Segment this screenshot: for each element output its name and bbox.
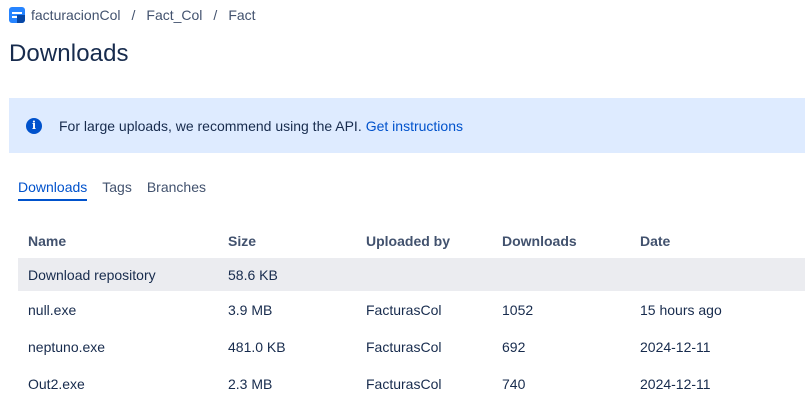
breadcrumb-separator: / <box>213 7 218 23</box>
cell-date: 15 hours ago <box>640 301 722 318</box>
column-header-downloads[interactable]: Downloads <box>492 224 630 258</box>
table-row: null.exe 3.9 MB FacturasCol 1052 15 hour… <box>18 291 805 328</box>
repository-avatar-icon[interactable] <box>9 7 25 23</box>
breadcrumb-repo-link[interactable]: Fact <box>228 7 255 23</box>
file-name-link[interactable]: Out2.exe <box>18 365 218 402</box>
cell-downloads: 1052 <box>502 301 534 318</box>
column-header-date[interactable]: Date <box>630 224 805 258</box>
column-header-name[interactable]: Name <box>18 224 218 258</box>
column-header-uploaded-by[interactable]: Uploaded by <box>356 224 492 258</box>
downloads-table: Name Size Uploaded by Downloads Date Dow… <box>18 224 805 402</box>
file-name-link[interactable]: null.exe <box>18 291 218 328</box>
table-row: neptuno.exe 481.0 KB FacturasCol 692 202… <box>18 328 805 365</box>
cell-size: 3.9 MB <box>228 301 273 318</box>
cell-date: 2024-12-11 <box>640 375 711 392</box>
breadcrumb-workspace-link[interactable]: facturacionCol <box>31 7 121 23</box>
cell-size: 58.6 KB <box>218 258 356 291</box>
tab-downloads[interactable]: Downloads <box>18 179 88 201</box>
tab-branches[interactable]: Branches <box>147 179 206 201</box>
cell-date: 2024-12-11 <box>640 338 711 355</box>
file-name-link[interactable]: neptuno.exe <box>18 328 218 365</box>
download-repository-row[interactable]: Download repository 58.6 KB <box>18 258 805 291</box>
cell-uploaded-by[interactable]: FacturasCol <box>356 365 492 402</box>
table-row: Out2.exe 2.3 MB FacturasCol 740 2024-12-… <box>18 365 805 402</box>
tab-list: Downloads Tags Branches <box>18 179 221 201</box>
breadcrumb-project-link[interactable]: Fact_Col <box>146 7 202 23</box>
cell-size: 481.0 KB <box>228 338 286 355</box>
breadcrumb-separator: / <box>131 7 136 23</box>
tab-tags[interactable]: Tags <box>102 179 132 201</box>
cell-uploaded-by[interactable]: FacturasCol <box>356 328 492 365</box>
cell-uploaded-by[interactable]: FacturasCol <box>356 291 492 328</box>
breadcrumb: facturacionCol / Fact_Col / Fact <box>9 7 256 23</box>
cell-downloads: 692 <box>502 338 526 355</box>
column-header-size[interactable]: Size <box>218 224 356 258</box>
table-header-row: Name Size Uploaded by Downloads Date <box>18 224 805 258</box>
download-repository-link[interactable]: Download repository <box>18 258 218 291</box>
info-icon: i <box>26 117 42 134</box>
get-instructions-link[interactable]: Get instructions <box>366 118 463 134</box>
cell-size: 2.3 MB <box>228 375 273 392</box>
page-title: Downloads <box>9 40 129 67</box>
info-banner: i For large uploads, we recommend using … <box>9 98 805 153</box>
banner-message: For large uploads, we recommend using th… <box>59 117 362 134</box>
cell-downloads: 740 <box>502 375 526 392</box>
